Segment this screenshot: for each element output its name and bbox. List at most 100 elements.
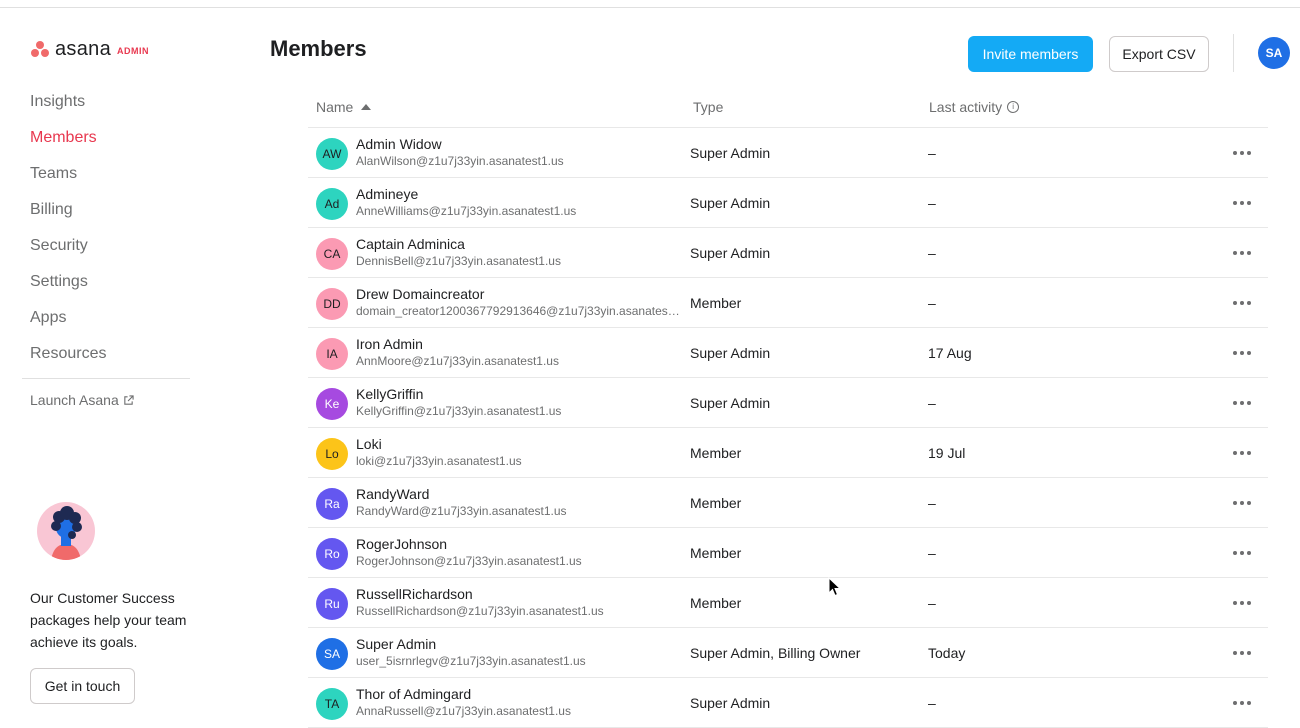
table-row[interactable]: Ad Admineye AnneWilliams@z1u7j33yin.asanat… bbox=[308, 178, 1268, 228]
member-name[interactable]: KellyGriffin bbox=[356, 386, 423, 402]
table-row[interactable]: Lo Loki loki@z1u7j33yin.asanatest1.us Membe… bbox=[308, 428, 1268, 478]
sidebar-item-members[interactable]: Members bbox=[30, 126, 106, 162]
more-options-icon[interactable] bbox=[1228, 542, 1256, 564]
customer-success-illustration bbox=[37, 502, 95, 560]
member-avatar[interactable]: DD bbox=[316, 288, 348, 320]
more-options-icon[interactable] bbox=[1228, 142, 1256, 164]
member-avatar[interactable]: Ad bbox=[316, 188, 348, 220]
member-avatar[interactable]: Ke bbox=[316, 388, 348, 420]
member-type: Member bbox=[690, 545, 742, 561]
more-options-icon[interactable] bbox=[1228, 342, 1256, 364]
table-row[interactable]: AW Admin Widow AlanWilson@z1u7j33yin.asana… bbox=[308, 128, 1268, 178]
member-avatar[interactable]: Lo bbox=[316, 438, 348, 470]
table-row[interactable]: Ra RandyWard RandyWard@z1u7j33yin.asanates… bbox=[308, 478, 1268, 528]
member-email: RandyWard@z1u7j33yin.asanatest1.us bbox=[356, 504, 567, 518]
column-header-name[interactable]: Name bbox=[316, 99, 372, 115]
more-options-icon[interactable] bbox=[1228, 642, 1256, 664]
export-csv-button[interactable]: Export CSV bbox=[1109, 36, 1209, 72]
sidebar-item-teams[interactable]: Teams bbox=[30, 162, 106, 198]
member-avatar[interactable]: Ru bbox=[316, 588, 348, 620]
external-link-icon bbox=[124, 394, 134, 405]
info-icon[interactable]: i bbox=[1007, 101, 1020, 113]
table-row[interactable]: CA Captain Adminica DennisBell@z1u7j33yin.… bbox=[308, 228, 1268, 278]
member-name[interactable]: Drew Domaincreator bbox=[356, 286, 484, 302]
member-last-activity: – bbox=[928, 245, 936, 261]
member-type: Super Admin bbox=[690, 395, 771, 411]
table-header: Name Type Last activity i bbox=[308, 90, 1268, 128]
member-email: user_5isrnrlegv@z1u7j33yin.asanatest1.us bbox=[356, 654, 586, 668]
get-in-touch-button[interactable]: Get in touch bbox=[30, 668, 135, 704]
logo-admin-badge: ADMIN bbox=[117, 46, 149, 56]
member-type: Member bbox=[690, 445, 742, 461]
sort-ascending-icon bbox=[361, 104, 372, 110]
member-email: RogerJohnson@z1u7j33yin.asanatest1.us bbox=[356, 554, 582, 568]
member-name[interactable]: Loki bbox=[356, 436, 382, 452]
user-avatar[interactable]: SA bbox=[1258, 37, 1290, 69]
table-row[interactable]: Ke KellyGriffin KellyGriffin@z1u7j33yin.as… bbox=[308, 378, 1268, 428]
table-body: AW Admin Widow AlanWilson@z1u7j33yin.asana… bbox=[308, 128, 1268, 728]
member-avatar[interactable]: CA bbox=[316, 238, 348, 270]
more-options-icon[interactable] bbox=[1228, 442, 1256, 464]
member-avatar[interactable]: Ra bbox=[316, 488, 348, 520]
invite-members-button[interactable]: Invite members bbox=[968, 36, 1093, 72]
member-name[interactable]: RussellRichardson bbox=[356, 586, 473, 602]
member-avatar[interactable]: AW bbox=[316, 138, 348, 170]
member-type: Member bbox=[690, 595, 742, 611]
member-last-activity: – bbox=[928, 195, 936, 211]
sidebar-item-billing[interactable]: Billing bbox=[30, 198, 106, 234]
more-options-icon[interactable] bbox=[1228, 492, 1256, 514]
page-title: Members bbox=[270, 36, 367, 61]
member-avatar[interactable]: IA bbox=[316, 338, 348, 370]
member-name[interactable]: Admin Widow bbox=[356, 136, 442, 152]
more-options-icon[interactable] bbox=[1228, 192, 1256, 214]
sidebar: asana ADMIN Insights Members Teams Billing S… bbox=[0, 0, 240, 728]
member-type: Super Admin bbox=[690, 195, 771, 211]
member-name[interactable]: RogerJohnson bbox=[356, 536, 447, 552]
sidebar-item-insights[interactable]: Insights bbox=[30, 90, 106, 126]
table-row[interactable]: TA Thor of Admingard AnnaRussell@z1u7j33yi… bbox=[308, 678, 1268, 728]
more-options-icon[interactable] bbox=[1228, 692, 1256, 714]
member-name[interactable]: Captain Adminica bbox=[356, 236, 465, 252]
more-options-icon[interactable] bbox=[1228, 392, 1256, 414]
member-last-activity: 19 Jul bbox=[928, 445, 966, 461]
member-name[interactable]: Iron Admin bbox=[356, 336, 423, 352]
member-name[interactable]: Super Admin bbox=[356, 636, 436, 652]
more-options-icon[interactable] bbox=[1228, 592, 1256, 614]
member-last-activity: – bbox=[928, 695, 936, 711]
member-name[interactable]: RandyWard bbox=[356, 486, 429, 502]
member-email: AlanWilson@z1u7j33yin.asanatest1.us bbox=[356, 154, 564, 168]
member-name[interactable]: Thor of Admingard bbox=[356, 686, 471, 702]
more-options-icon[interactable] bbox=[1228, 292, 1256, 314]
member-last-activity: – bbox=[928, 595, 936, 611]
table-row[interactable]: Ru RussellRichardson RussellRichardson@z1u… bbox=[308, 578, 1268, 628]
member-type: Super Admin bbox=[690, 245, 771, 261]
launch-asana-link[interactable]: Launch Asana bbox=[30, 392, 134, 408]
member-type: Super Admin bbox=[690, 345, 771, 361]
mouse-cursor-icon bbox=[828, 577, 842, 597]
member-name[interactable]: Admineye bbox=[356, 186, 418, 202]
sidebar-item-security[interactable]: Security bbox=[30, 234, 106, 270]
member-avatar[interactable]: Ro bbox=[316, 538, 348, 570]
table-row[interactable]: IA Iron Admin AnnMoore@z1u7j33yin.asanates… bbox=[308, 328, 1268, 378]
member-avatar[interactable]: SA bbox=[316, 638, 348, 670]
sidebar-item-apps[interactable]: Apps bbox=[30, 306, 106, 342]
column-header-type[interactable]: Type bbox=[693, 99, 723, 115]
asana-logo-icon bbox=[30, 40, 50, 58]
sidebar-item-resources[interactable]: Resources bbox=[30, 342, 106, 378]
header-divider bbox=[1233, 34, 1234, 72]
table-row[interactable]: SA Super Admin user_5isrnrlegv@z1u7j33yin.… bbox=[308, 628, 1268, 678]
table-row[interactable]: Ro RogerJohnson RogerJohnson@z1u7j33yin.as… bbox=[308, 528, 1268, 578]
member-email: domain_creator1200367792913646@z1u7j33yi… bbox=[356, 304, 682, 318]
member-email: DennisBell@z1u7j33yin.asanatest1.us bbox=[356, 254, 561, 268]
sidebar-item-settings[interactable]: Settings bbox=[30, 270, 106, 306]
member-avatar[interactable]: TA bbox=[316, 688, 348, 720]
member-email: AnnMoore@z1u7j33yin.asanatest1.us bbox=[356, 354, 559, 368]
more-options-icon[interactable] bbox=[1228, 242, 1256, 264]
member-last-activity: 17 Aug bbox=[928, 345, 972, 361]
table-row[interactable]: DD Drew Domaincreator domain_creator120036… bbox=[308, 278, 1268, 328]
member-type: Super Admin, Billing Owner bbox=[690, 645, 861, 661]
asana-admin-logo[interactable]: asana ADMIN bbox=[30, 38, 149, 60]
member-email: RussellRichardson@z1u7j33yin.asanatest1.… bbox=[356, 604, 604, 618]
column-header-last-activity[interactable]: Last activity i bbox=[929, 99, 1020, 115]
member-email: KellyGriffin@z1u7j33yin.asanatest1.us bbox=[356, 404, 562, 418]
